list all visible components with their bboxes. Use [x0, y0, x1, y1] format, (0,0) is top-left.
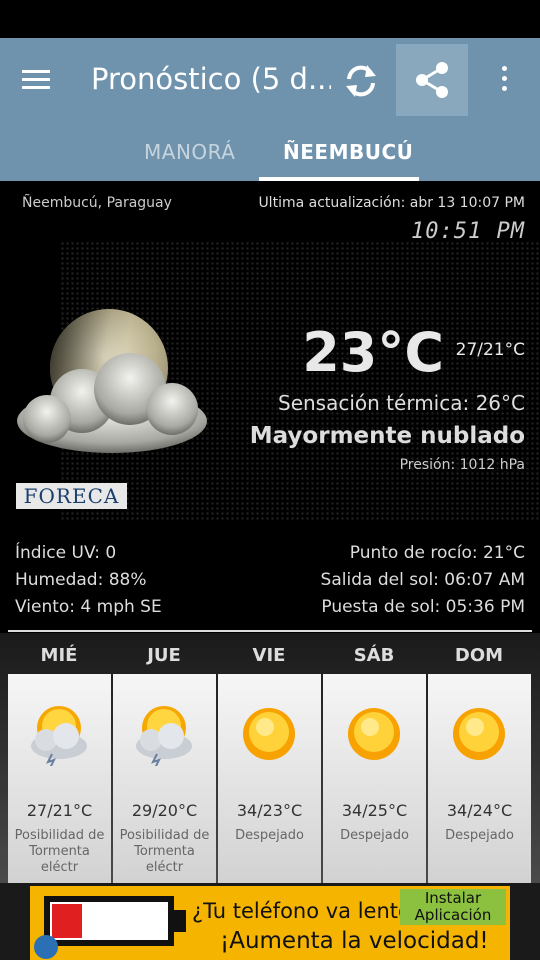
dew-point: Punto de rocío: 21°C	[349, 543, 525, 563]
forecast-desc: Posibilidad de Tormenta eléctr	[14, 828, 105, 875]
forecast-range: 27/21°C	[26, 801, 93, 820]
day-label: VIE	[252, 645, 286, 666]
forecast-range: 29/20°C	[131, 801, 198, 820]
wind: Viento: 4 mph SE	[15, 597, 162, 617]
forecast-desc: Despejado	[445, 828, 514, 843]
ad-banner[interactable]: ¿Tu teléfono va lento? ¡Aumenta la veloc…	[30, 886, 510, 960]
current-temperature: 23°C	[302, 321, 444, 384]
feels-like: Sensación térmica: 26°C	[278, 391, 525, 415]
forecast-card[interactable]: 34/25°C Despejado	[323, 674, 426, 883]
forecast-strip: MIÉ JUE VIE SÁB DOM 27/21°C Posibilidad …	[0, 633, 540, 883]
uv-index: Índice UV: 0	[15, 543, 117, 563]
day-label: SÁB	[353, 645, 395, 666]
install-app-button[interactable]: Instalar Aplicación	[400, 889, 506, 925]
sun-storm-cloud-icon	[136, 706, 192, 766]
day-label: MIÉ	[40, 645, 78, 666]
current-weather-panel: Ñeembucú, Paraguay Ultima actualización:…	[0, 181, 540, 883]
forecast-card[interactable]: 27/21°C Posibilidad de Tormenta eléctr	[8, 674, 111, 883]
ad-headline: ¿Tu teléfono va lento?	[192, 899, 423, 923]
forecast-card[interactable]: 34/24°C Despejado	[428, 674, 531, 883]
status-bar	[0, 0, 540, 38]
tab-neembucu[interactable]: ÑEEMBUCÚ	[283, 140, 413, 164]
app-title: Pronóstico (5 d...	[91, 62, 331, 96]
divider	[8, 630, 532, 632]
pressure: Presión: 1012 hPa	[399, 457, 525, 473]
day-label: JUE	[147, 645, 181, 666]
app-bar: Pronóstico (5 d...	[0, 38, 540, 122]
day-label: DOM	[454, 645, 504, 666]
last-updated: Ultima actualización: abr 13 10:07 PM	[258, 195, 525, 211]
forecast-range: 34/25°C	[341, 801, 408, 820]
forecast-desc: Despejado	[235, 828, 304, 843]
sun-icon	[453, 708, 505, 760]
ad-bar: ¿Tu teléfono va lento? ¡Aumenta la veloc…	[0, 883, 540, 960]
ad-choices-icon[interactable]	[34, 935, 58, 959]
sun-icon	[243, 708, 295, 760]
ad-subheadline: ¡Aumenta la velocidad!	[220, 928, 489, 954]
more-vert-icon[interactable]	[490, 66, 518, 96]
clock: 10:51 PM	[411, 219, 525, 244]
location-label: Ñeembucú, Paraguay	[22, 195, 172, 211]
forecast-desc: Despejado	[340, 828, 409, 843]
location-tabs: MANORÁ ÑEEMBUCÚ	[0, 122, 540, 181]
share-button[interactable]	[396, 44, 468, 116]
hamburger-icon[interactable]	[22, 66, 62, 96]
sun-icon	[348, 708, 400, 760]
forecast-desc: Posibilidad de Tormenta eléctr	[119, 828, 210, 875]
high-low-temperature: 27/21°C	[455, 340, 525, 360]
forecast-card[interactable]: 29/20°C Posibilidad de Tormenta eléctr	[113, 674, 216, 883]
tab-manora[interactable]: MANORÁ	[144, 140, 235, 164]
share-icon	[416, 62, 448, 98]
sun-storm-cloud-icon	[31, 706, 87, 766]
forecast-range: 34/24°C	[446, 801, 513, 820]
sunset: Puesta de sol: 05:36 PM	[321, 597, 525, 617]
sunrise: Salida del sol: 06:07 AM	[320, 570, 525, 590]
refresh-icon[interactable]	[340, 60, 382, 102]
humidity: Humedad: 88%	[15, 570, 147, 590]
foreca-logo[interactable]: FORECA	[16, 483, 127, 509]
forecast-range: 34/23°C	[236, 801, 303, 820]
battery-tip	[174, 910, 186, 932]
battery-icon	[44, 896, 174, 946]
condition: Mayormente nublado	[249, 423, 525, 449]
forecast-card[interactable]: 34/23°C Despejado	[218, 674, 321, 883]
